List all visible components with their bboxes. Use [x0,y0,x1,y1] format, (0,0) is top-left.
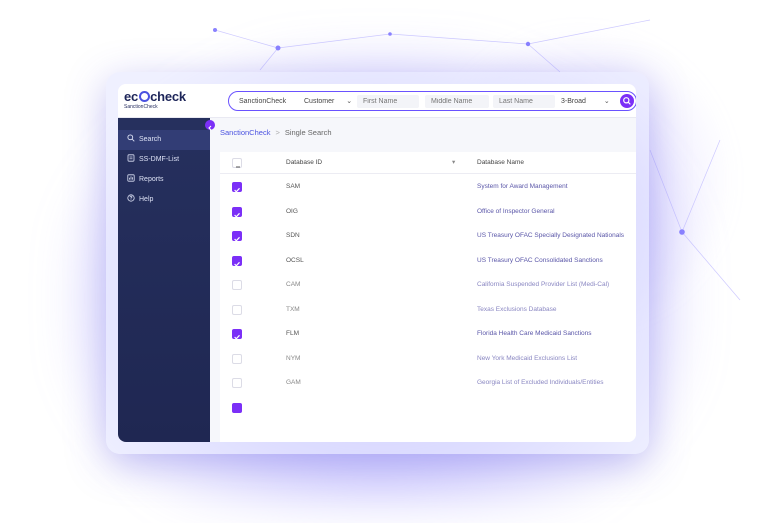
search-button[interactable] [620,94,634,108]
cell-database-id: TXM [286,305,300,313]
logo-text-suffix: check [150,89,186,104]
cell-database-id: FLM [286,330,299,337]
sidebar-item-help[interactable]: Help [118,190,210,210]
table-header: Database ID ▾ Database Name [220,152,636,174]
table-row[interactable]: SDN US Treasury OFAC Specially Designated… [220,224,636,249]
type-select[interactable]: Customer ⌄ [304,95,352,108]
select-all-checkbox[interactable] [232,158,242,168]
breadcrumb: SanctionCheck > Single Search [220,128,332,137]
breadcrumb-separator: > [275,128,280,137]
last-name-input[interactable] [493,95,555,108]
row-checkbox[interactable] [232,329,242,340]
cell-database-id: SAM [286,183,301,190]
row-checkbox[interactable] [232,182,242,193]
table-row[interactable]: NYM New York Medicaid Exclusions List [220,347,636,372]
logo: ec check SanctionCheck [124,90,186,110]
cell-database-name: California Suspended Provider List (Medi… [477,281,610,288]
chevron-down-icon: ⌄ [603,98,610,105]
logo-subtitle: SanctionCheck [124,104,158,110]
chevron-down-icon: ⌄ [346,98,353,105]
cell-database-id: OIG [286,207,298,215]
search-bar: SanctionCheck Customer ⌄ 3-Broad ⌄ [228,91,636,111]
check-icon [234,236,240,242]
table-row[interactable]: OCSL US Treasury OFAC Consolidated Sancti… [220,249,636,274]
cell-database-name: System for Award Management [477,183,568,190]
row-checkbox[interactable] [232,231,242,242]
table-row[interactable]: CAM California Suspended Provider List (M… [220,273,636,298]
sidebar-item-ss-dmf-list[interactable]: SS-DMF-List [118,150,210,170]
check-icon [234,187,240,193]
row-checkbox[interactable] [232,378,242,388]
row-checkbox[interactable] [232,280,242,290]
sidebar-item-search[interactable]: Search [118,130,210,150]
column-header-database-name[interactable]: Database Name [477,152,524,174]
search-icon [127,134,135,142]
cell-database-id: CAM [286,281,301,288]
stage: ec check SanctionCheck SanctionCheck Cust… [0,0,757,523]
match-level-select[interactable]: 3-Broad ⌄ [561,95,610,108]
logo-text-prefix: ec [124,89,139,104]
cell-database-name: US Treasury OFAC Specially Designated Na… [477,232,625,239]
product-select[interactable]: SanctionCheck [239,95,286,108]
document-icon [127,154,135,162]
top-bar: ec check SanctionCheck SanctionCheck Cust… [118,84,636,118]
sidebar-item-label: SS-DMF-List [139,156,180,163]
chevron-left-icon [208,125,212,131]
column-header-database-id[interactable]: Database ID [286,152,322,174]
breadcrumb-link-sanctioncheck[interactable]: SanctionCheck [220,128,270,137]
table-row[interactable]: TXM Texas Exclusions Database [220,298,636,323]
cell-database-id: SDN [286,232,300,239]
row-checkbox[interactable] [232,353,242,364]
row-checkbox[interactable] [232,304,242,315]
sidebar-item-reports[interactable]: Reports [118,170,210,190]
middle-name-input[interactable] [425,95,489,108]
row-checkbox[interactable] [232,402,242,413]
sidebar-item-label: Search [139,136,162,143]
table-row[interactable]: OIG Office of Inspector General [220,200,636,225]
sidebar-collapse-button[interactable] [205,120,215,131]
column-filter-icon[interactable]: ▾ [452,152,455,174]
table-row[interactable]: GAM Georgia List of Excluded Individuals/… [220,371,636,396]
main-content: SanctionCheck > Single Search Database ID … [210,118,636,442]
check-icon [234,212,240,218]
help-icon [127,194,135,202]
first-name-input[interactable] [357,95,419,108]
check-icon [234,334,240,340]
cell-database-name: Office of Inspector General [477,207,555,215]
cell-database-name: New York Medicaid Exclusions List [477,354,578,362]
app-window: ec check SanctionCheck SanctionCheck Cust… [118,84,636,442]
cell-database-id: GAM [286,379,301,386]
table-row[interactable]: SAM System for Award Management [220,175,636,200]
database-table: Database ID ▾ Database Name SAM System fo… [220,152,636,442]
check-icon [234,261,240,267]
row-checkbox[interactable] [232,206,242,218]
cell-database-name: Florida Health Care Medicaid Sanctions [477,330,592,337]
sidebar-item-label: Help [139,196,154,203]
cell-database-name: Texas Exclusions Database [477,305,557,313]
match-level-value: 3-Broad [561,98,586,105]
cell-database-id: OCSL [286,256,304,264]
cell-database-name: US Treasury OFAC Consolidated Sanctions [477,256,603,264]
cell-database-id: NYM [286,354,301,362]
breadcrumb-current: Single Search [284,128,332,137]
type-select-value: Customer [304,98,335,105]
minus-icon [236,166,240,168]
row-checkbox[interactable] [232,255,242,267]
table-row[interactable]: FLM Florida Health Care Medicaid Sanction… [220,322,636,347]
sidebar-item-label: Reports [139,176,164,183]
search-icon [623,97,631,105]
cell-database-name: Georgia List of Excluded Individuals/Ent… [477,379,604,386]
report-icon [127,174,135,182]
logo-mark-icon [138,91,150,102]
sidebar: Search SS-DMF-List Reports Help [118,118,210,442]
